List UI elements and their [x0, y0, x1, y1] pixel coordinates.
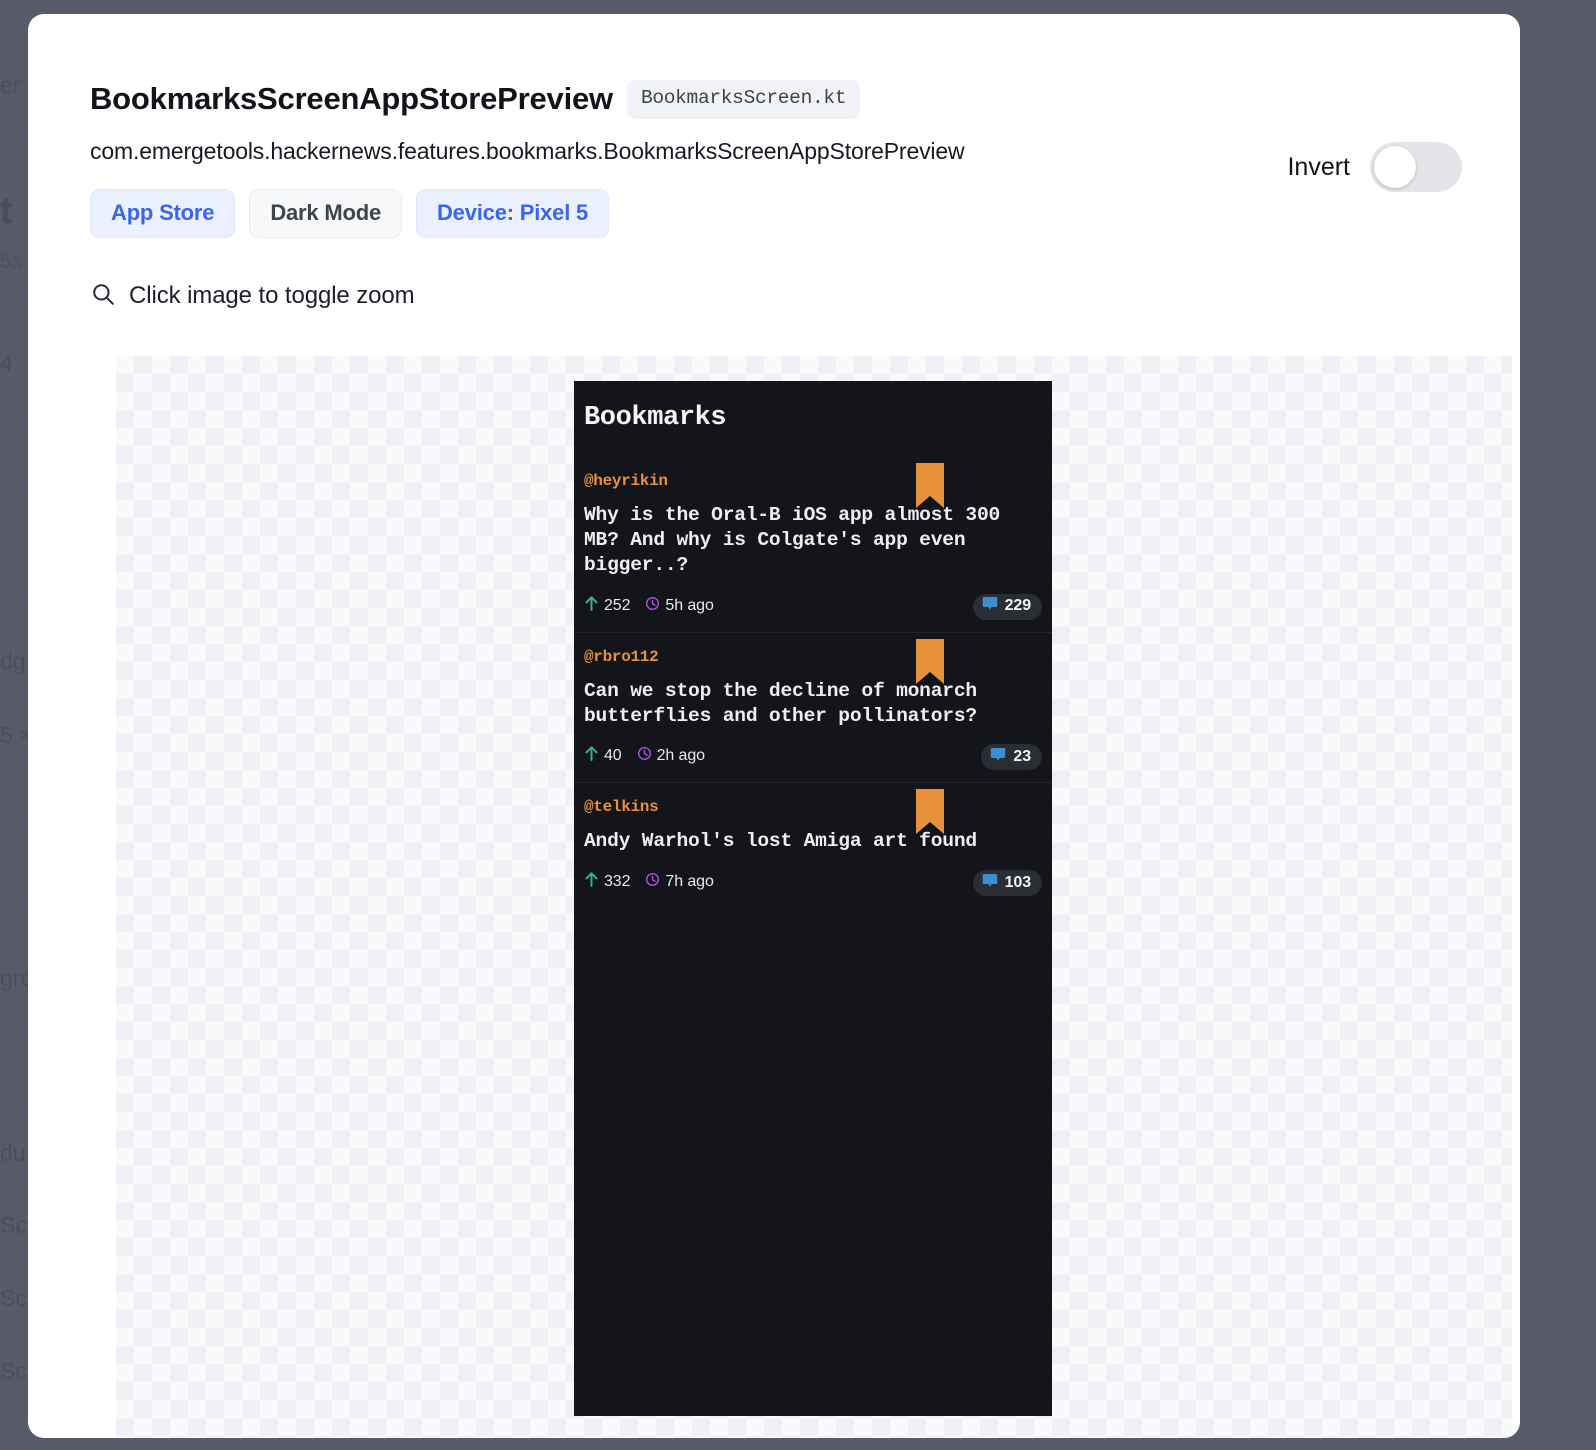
- source-file-badge: BookmarksScreen.kt: [626, 80, 861, 119]
- variant-chip-group: App Store Dark Mode Device: Pixel 5: [90, 188, 1458, 238]
- search-icon: [90, 281, 116, 312]
- upvote-count: 40: [604, 747, 622, 765]
- screen-title: Bookmarks: [584, 403, 727, 433]
- upvote-arrow-icon: [584, 595, 599, 617]
- device-screen-pixel-5: Bookmarks @heyrikin Why is the Oral-B iOS…: [574, 381, 1052, 1416]
- preview-canvas[interactable]: Bookmarks @heyrikin Why is the Oral-B iOS…: [116, 356, 1512, 1438]
- clock-icon: [645, 872, 660, 892]
- comment-bubble-icon: [982, 873, 998, 893]
- bookmark-post-item[interactable]: @telkins Andy Warhol's lost Amiga art fou…: [574, 782, 1052, 908]
- post-timestamp: 2h ago: [656, 747, 705, 765]
- comment-count: 229: [1004, 597, 1032, 615]
- post-meta-row: 40 2h ago: [584, 744, 1042, 768]
- post-title[interactable]: Can we stop the decline of monarch butte…: [584, 679, 1004, 729]
- preview-modal: BookmarksScreenAppStorePreview Bookmarks…: [28, 14, 1520, 1438]
- upvote-count: 252: [604, 596, 631, 614]
- timestamp-group: 2h ago: [637, 746, 705, 766]
- post-username[interactable]: @heyrikin: [584, 472, 1042, 490]
- clock-icon: [637, 746, 652, 766]
- bookmark-post-list: @heyrikin Why is the Oral-B iOS app almos…: [574, 457, 1052, 908]
- invert-label: Invert: [1287, 152, 1350, 181]
- post-username[interactable]: @rbro112: [584, 648, 1042, 666]
- upvote-group[interactable]: 332: [584, 871, 631, 893]
- comment-count-pill[interactable]: 229: [972, 593, 1042, 620]
- post-timestamp: 5h ago: [665, 596, 714, 614]
- page-title: BookmarksScreenAppStorePreview: [90, 81, 613, 117]
- post-title[interactable]: Why is the Oral-B iOS app almost 300 MB?…: [584, 503, 1004, 578]
- upvote-arrow-icon: [584, 871, 599, 893]
- comment-count-pill[interactable]: 23: [981, 744, 1042, 771]
- clock-icon: [645, 596, 660, 616]
- comment-bubble-icon: [982, 596, 998, 616]
- comment-count: 103: [1004, 873, 1032, 891]
- post-username[interactable]: @telkins: [584, 798, 1042, 816]
- invert-toggle[interactable]: [1370, 142, 1462, 192]
- variant-chip-app-store[interactable]: App Store: [90, 188, 236, 238]
- variant-chip-dark-mode[interactable]: Dark Mode: [249, 188, 402, 238]
- modal-header: BookmarksScreenAppStorePreview Bookmarks…: [28, 80, 1520, 312]
- bookmark-ribbon-icon[interactable]: [916, 463, 944, 508]
- fully-qualified-class-name: com.emergetools.hackernews.features.book…: [90, 137, 965, 164]
- upvote-group[interactable]: 252: [584, 595, 631, 617]
- bookmark-ribbon-icon[interactable]: [916, 638, 944, 684]
- upvote-group[interactable]: 40: [584, 745, 622, 767]
- zoom-hint[interactable]: Click image to toggle zoom: [90, 281, 1458, 312]
- post-timestamp: 7h ago: [665, 873, 714, 891]
- bookmark-ribbon-icon[interactable]: [916, 789, 944, 835]
- zoom-hint-label: Click image to toggle zoom: [129, 282, 415, 309]
- app-root: ert5s4dg5 ×groduScrScrScr BookmarksScree…: [0, 0, 1596, 1450]
- variant-chip-device-pixel-5[interactable]: Device: Pixel 5: [415, 188, 610, 238]
- timestamp-group: 5h ago: [645, 596, 714, 616]
- comment-count: 23: [1013, 747, 1031, 765]
- title-row: BookmarksScreenAppStorePreview Bookmarks…: [90, 80, 1458, 119]
- invert-toggle-knob: [1374, 146, 1416, 188]
- comment-count-pill[interactable]: 103: [972, 870, 1042, 897]
- invert-control: Invert: [1287, 142, 1462, 192]
- comment-bubble-icon: [990, 747, 1006, 767]
- timestamp-group: 7h ago: [645, 872, 714, 892]
- bookmark-post-item[interactable]: @rbro112 Can we stop the decline of monar…: [574, 631, 1052, 783]
- bookmark-post-item[interactable]: @heyrikin Why is the Oral-B iOS app almos…: [574, 457, 1052, 632]
- upvote-count: 332: [604, 873, 631, 891]
- upvote-arrow-icon: [584, 745, 599, 767]
